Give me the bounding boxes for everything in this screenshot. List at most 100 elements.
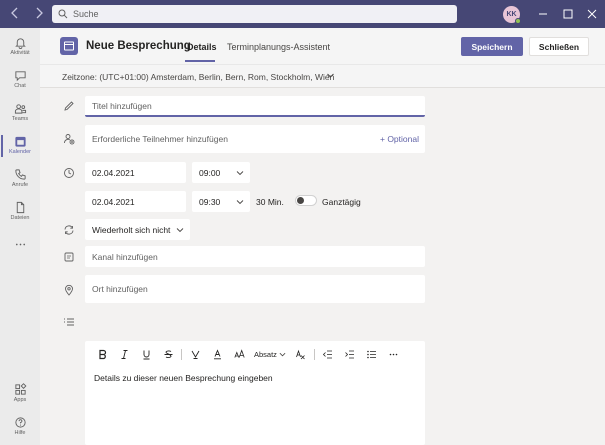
tab-details[interactable]: Details xyxy=(187,42,217,52)
title-field[interactable] xyxy=(85,96,425,117)
underline-button[interactable] xyxy=(135,346,157,362)
paragraph-style-dropdown[interactable]: Absatz xyxy=(250,350,290,359)
underline-icon xyxy=(143,350,149,359)
minimize-button[interactable] xyxy=(536,7,550,21)
rail-label: Apps xyxy=(13,397,27,403)
start-date-field[interactable]: 02.04.2021 xyxy=(85,162,186,183)
location-field[interactable] xyxy=(85,275,425,303)
minimize-icon xyxy=(539,13,547,15)
location-input[interactable] xyxy=(85,275,425,303)
clear-formatting-button[interactable] xyxy=(290,346,312,362)
chevron-down-icon xyxy=(236,171,244,176)
font-size-button[interactable] xyxy=(228,346,250,362)
search-input[interactable] xyxy=(73,9,453,19)
close-icon xyxy=(587,9,597,19)
timezone-selector[interactable]: Zeitzone: (UTC+01:00) Amsterdam, Berlin,… xyxy=(62,72,334,82)
toolbar-divider xyxy=(181,348,182,360)
chevron-down-icon xyxy=(279,352,286,356)
back-button[interactable] xyxy=(8,6,22,22)
more-options-button[interactable] xyxy=(383,346,405,362)
chevron-left-icon xyxy=(11,7,18,19)
tab-scheduling-assistant[interactable]: Terminplanungs-Assistent xyxy=(227,42,330,52)
paragraph-style-label: Absatz xyxy=(254,349,277,359)
highlight-button[interactable] xyxy=(184,346,206,362)
decrease-indent-button[interactable] xyxy=(317,346,339,362)
clear-formatting-icon xyxy=(296,349,306,359)
chevron-down-icon[interactable] xyxy=(326,71,335,80)
more-icon xyxy=(15,243,25,246)
maximize-button[interactable] xyxy=(561,7,575,21)
italic-button[interactable] xyxy=(113,346,135,362)
rail-item-help[interactable]: Hilfe xyxy=(0,414,40,445)
end-time-dropdown[interactable]: 09:30 xyxy=(192,191,250,212)
rail-item-teams[interactable]: Teams xyxy=(0,100,40,132)
all-day-toggle[interactable] xyxy=(295,195,317,206)
forward-button[interactable] xyxy=(32,6,46,22)
rail-item-files[interactable]: Dateien xyxy=(0,199,40,231)
font-color-button[interactable] xyxy=(206,346,228,362)
avatar[interactable]: KK xyxy=(503,6,521,24)
rail-item-calendar[interactable]: Kalender xyxy=(0,133,40,165)
font-color-icon xyxy=(213,348,221,359)
increase-indent-button[interactable] xyxy=(339,346,361,362)
rail-label: Teams xyxy=(11,116,29,122)
channel-icon xyxy=(63,251,75,263)
rail-label: Kalender xyxy=(8,149,32,155)
bold-button[interactable] xyxy=(91,346,113,362)
rail-item-chat[interactable]: Chat xyxy=(0,67,40,99)
rail-label: Dateien xyxy=(10,215,30,221)
save-button[interactable]: Speichern xyxy=(461,37,523,56)
italic-icon xyxy=(121,349,127,359)
indent-icon xyxy=(345,350,355,358)
details-icon xyxy=(63,316,75,328)
phone-icon xyxy=(14,169,26,180)
repeat-value: Wiederholt sich nicht xyxy=(92,225,171,235)
strikethrough-button[interactable] xyxy=(157,346,179,362)
bullet-list-button[interactable] xyxy=(361,346,383,362)
details-editor[interactable]: Absatz Details zu dieser neuen Besprechu… xyxy=(85,341,425,445)
location-icon xyxy=(63,284,75,296)
meeting-calendar-icon xyxy=(60,37,78,55)
close-button[interactable]: Schließen xyxy=(529,37,589,56)
page-title: Neue Besprechung xyxy=(86,40,191,52)
start-time-dropdown[interactable]: 09:00 xyxy=(192,162,250,183)
rail-item-apps[interactable]: Apps xyxy=(0,381,40,413)
maximize-icon xyxy=(563,9,573,19)
search-icon xyxy=(58,9,68,19)
file-icon xyxy=(16,201,24,214)
details-body[interactable]: Details zu dieser neuen Besprechung eing… xyxy=(94,373,273,383)
apps-icon xyxy=(14,383,26,395)
attendees-input[interactable] xyxy=(85,125,425,153)
clock-icon xyxy=(63,167,75,179)
title-input[interactable] xyxy=(85,96,425,115)
bullet-list-icon xyxy=(367,350,377,358)
meeting-editor: Neue Besprechung Details Terminplanungs-… xyxy=(40,28,605,445)
end-date-field[interactable]: 02.04.2021 xyxy=(85,191,186,212)
rail-item-activity[interactable]: Aktivität xyxy=(0,34,40,66)
toolbar-divider xyxy=(313,348,315,360)
rail-item-calls[interactable]: Anrufe xyxy=(0,166,40,198)
add-people-icon xyxy=(63,133,75,145)
help-icon xyxy=(14,417,26,428)
outdent-icon xyxy=(323,350,333,358)
title-bar: KK xyxy=(0,0,605,28)
teams-icon xyxy=(14,104,26,114)
bold-icon xyxy=(98,349,106,359)
repeat-dropdown[interactable]: Wiederholt sich nicht xyxy=(85,219,190,240)
chevron-down-icon xyxy=(236,200,244,205)
strikethrough-icon xyxy=(164,349,172,358)
chat-icon xyxy=(14,71,26,82)
optional-attendees-link[interactable]: + Optional xyxy=(380,134,419,144)
bell-icon xyxy=(14,38,26,49)
channel-field[interactable] xyxy=(85,246,425,267)
start-time-value: 09:00 xyxy=(199,168,221,178)
rail-label: Aktivität xyxy=(10,50,30,56)
more-icon xyxy=(390,353,398,355)
search-box[interactable] xyxy=(52,5,457,23)
meeting-header: Neue Besprechung Details Terminplanungs-… xyxy=(40,28,605,64)
all-day-label: Ganztägig xyxy=(322,197,361,207)
rail-more-button[interactable] xyxy=(0,236,40,268)
close-window-button[interactable] xyxy=(585,7,599,21)
channel-input[interactable] xyxy=(85,246,425,267)
attendees-field[interactable]: + Optional xyxy=(85,125,425,153)
